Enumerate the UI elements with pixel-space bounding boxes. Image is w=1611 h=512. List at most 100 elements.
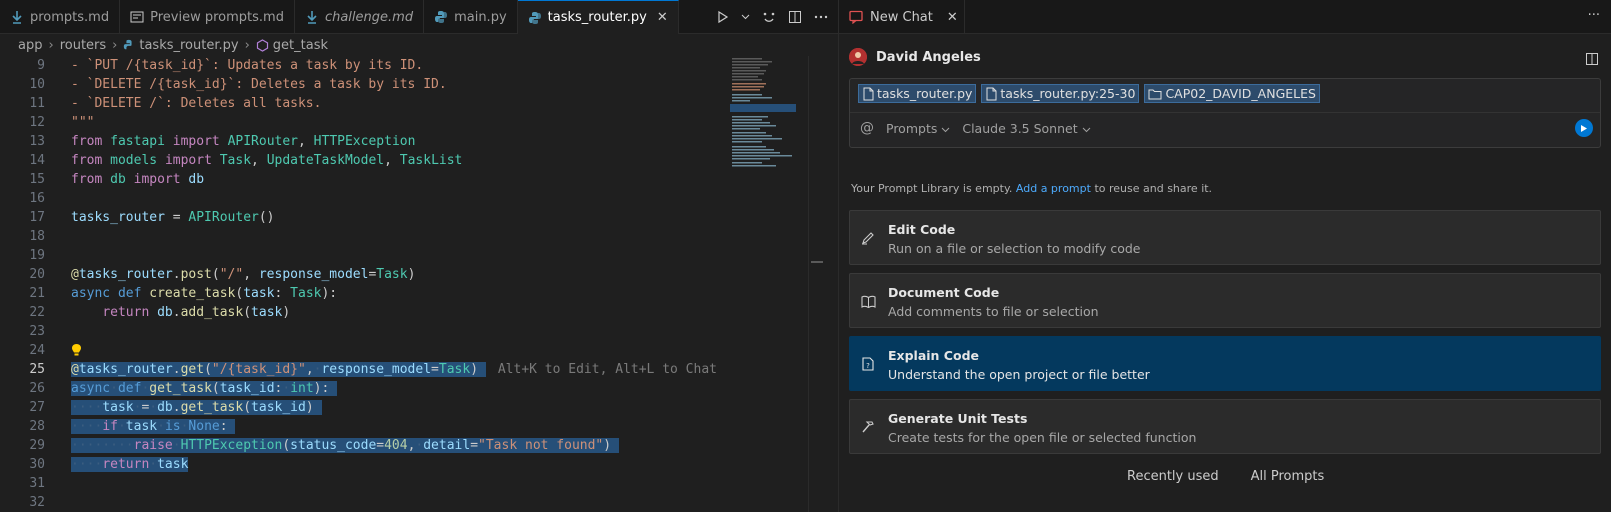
breadcrumb: app › routers › tasks_router.py › get_ta… [0,34,838,56]
input-toolbar: @ Prompts Claude 3.5 Sonnet [860,120,1091,136]
close-icon[interactable]: ✕ [947,10,958,25]
python-icon [528,11,542,25]
context-chip[interactable]: CAP02_DAVID_ANGELES [1144,84,1320,103]
line-number: 25 [29,362,45,377]
card-title: Document Code [888,285,1000,300]
file-icon [985,87,997,101]
tab-label: tasks_router.py [547,10,647,25]
breadcrumb-item[interactable]: app [18,38,42,53]
code-line: async·def·get_task(task_id:·int): [71,381,338,396]
code-line: """ [71,115,95,130]
card-description: Create tests for the open file or select… [888,430,1197,445]
chevron-down-icon[interactable] [741,14,750,20]
more-actions-icon[interactable]: ··· [1588,8,1600,23]
line-number: 30 [29,457,45,472]
download-arrow-icon [10,10,24,24]
line-number: 22 [29,305,45,320]
model-dropdown[interactable]: Claude 3.5 Sonnet [962,121,1090,136]
code-line: from fastapi import APIRouter, HTTPExcep… [71,134,416,149]
card-title: Edit Code [888,222,956,237]
chip-label: tasks_router.py [877,86,973,101]
line-number: 19 [29,248,45,263]
tab-new-chat[interactable]: New Chat ✕ [839,0,965,34]
chevron-down-icon [1082,121,1091,136]
line-number: 31 [29,476,45,491]
folder-icon [1148,88,1162,100]
mention-icon[interactable]: @ [860,120,874,136]
context-chip[interactable]: tasks_router.py:25-30 [981,84,1140,103]
more-actions-icon[interactable] [814,15,828,19]
tab-label: prompts.md [30,9,110,25]
tab-preview-prompts-md[interactable]: Preview prompts.md [120,0,295,34]
python-icon [434,10,448,24]
tab-tasks-router-py[interactable]: tasks_router.py ✕ [517,0,679,34]
code-line: - `PUT /{task_id}`: Updates a task by it… [71,58,424,73]
code-line: tasks_router = APIRouter() [71,210,275,225]
scroll-marker [811,261,823,263]
book-icon [860,293,876,309]
line-number: 10 [29,77,45,92]
svg-text:?: ? [866,362,870,370]
code-line: ········raise·HTTPException(status_code=… [71,438,619,453]
card-generate-unit-tests[interactable]: Generate Unit Tests Create tests for the… [849,399,1601,454]
breadcrumb-item[interactable]: get_task [273,38,328,53]
tab-main-py[interactable]: main.py [424,0,518,34]
user-row: David Angeles [849,48,981,66]
code-line: @tasks_router.post("/", response_model=T… [71,267,416,282]
chat-panel: New Chat ✕ ··· David Angeles tasks_route… [838,0,1611,512]
run-icon[interactable] [717,10,729,24]
chat-header: New Chat ✕ ··· [839,0,1611,34]
code-editor[interactable]: 9 - `PUT /{task_id}`: Updates a task by i… [0,56,730,512]
chat-input[interactable]: tasks_router.py tasks_router.py:25-30 CA… [849,78,1601,148]
prompt-library-message: Your Prompt Library is empty. Add a prom… [851,182,1212,195]
split-editor-icon[interactable] [788,10,802,24]
card-title: Explain Code [888,348,979,363]
close-icon[interactable]: ✕ [657,10,668,25]
breadcrumb-item[interactable]: tasks_router.py [139,38,238,53]
context-chips: tasks_router.py tasks_router.py:25-30 CA… [858,84,1320,103]
line-number: 16 [29,191,45,206]
tab-challenge-md[interactable]: challenge.md [295,0,425,34]
line-number: 24 [29,343,45,358]
download-arrow-icon [305,10,319,24]
python-icon [123,39,135,51]
symbol-method-icon [256,38,269,52]
question-file-icon: ? [860,356,876,372]
editor-pane: prompts.md Preview prompts.md challenge.… [0,0,838,512]
tab-recently-used[interactable]: Recently used [1127,469,1219,484]
editor-tab-bar: prompts.md Preview prompts.md challenge.… [0,0,838,34]
card-edit-code[interactable]: Edit Code Run on a file or selection to … [849,210,1601,265]
line-number: 11 [29,96,45,111]
card-explain-code[interactable]: ? Explain Code Understand the open proje… [849,336,1601,391]
tab-label: challenge.md [324,9,414,25]
code-line: return db.add_task(task) [102,305,291,320]
code-line: from db import db [71,172,205,187]
context-chip[interactable]: tasks_router.py [858,84,977,103]
line-number: 14 [29,153,45,168]
prompts-dropdown-label: Prompts [886,120,938,136]
compare-changes-icon[interactable] [762,10,776,24]
line-number: 27 [29,400,45,415]
send-icon [1580,124,1588,133]
code-line: ····if·task·is·None: [71,419,236,434]
divider [850,112,1600,113]
tab-all-prompts[interactable]: All Prompts [1251,469,1325,484]
line-number: 26 [29,381,45,396]
send-button[interactable] [1575,119,1593,137]
inline-hint: Alt+K to Edit, Alt+L to Chat [497,362,717,377]
card-document-code[interactable]: Document Code Add comments to file or se… [849,273,1601,328]
minimap[interactable] [730,56,808,176]
preview-icon [130,10,144,24]
prompts-dropdown[interactable]: Prompts [886,121,950,136]
code-line: @tasks_router.get("/{task_id}",·response… [71,362,717,377]
card-description: Run on a file or selection to modify cod… [888,241,1141,256]
add-prompt-link[interactable]: Add a prompt [1016,182,1091,195]
tab-prompts-md[interactable]: prompts.md [0,0,121,34]
vertical-scrollbar[interactable] [808,56,823,512]
card-title: Generate Unit Tests [888,411,1028,426]
toggle-panel-icon[interactable] [1585,52,1599,70]
line-number: 28 [29,419,45,434]
code-line: - `DELETE /`: Deletes all tasks. [71,96,322,111]
breadcrumb-item[interactable]: routers [60,38,106,53]
library-msg-prefix: Your Prompt Library is empty. [851,182,1013,195]
